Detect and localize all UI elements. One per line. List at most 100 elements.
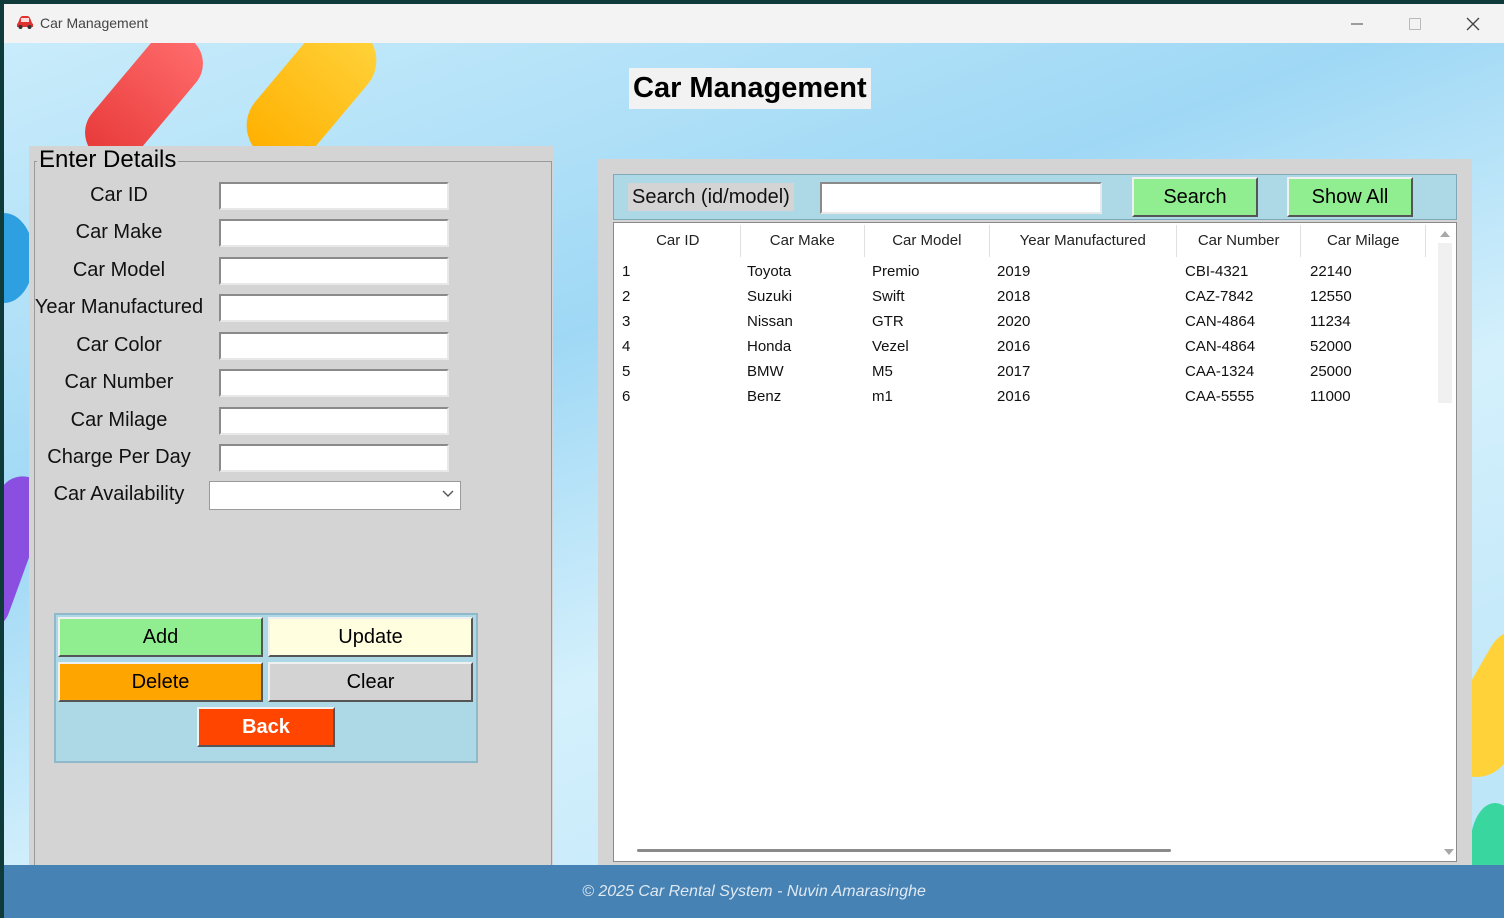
- vertical-scrollbar-thumb[interactable]: [1438, 243, 1452, 403]
- close-button[interactable]: [1444, 4, 1502, 43]
- charge-per-day-input[interactable]: [219, 444, 449, 472]
- car-id-label: Car ID: [90, 184, 148, 206]
- clear-button[interactable]: Clear: [268, 662, 473, 702]
- cell-car-make: Benz: [747, 388, 782, 405]
- cell-year: 2020: [997, 313, 1031, 330]
- search-input[interactable]: [820, 182, 1102, 214]
- year-manufactured-input[interactable]: [219, 294, 449, 322]
- car-color-label: Car Color: [76, 334, 162, 356]
- cell-car-make: BMW: [747, 363, 784, 380]
- car-make-label: Car Make: [75, 221, 163, 243]
- delete-button[interactable]: Delete: [58, 662, 263, 702]
- field-row-car-make: Car Make: [29, 219, 549, 251]
- maximize-button[interactable]: [1386, 4, 1444, 43]
- car-milage-input[interactable]: [219, 407, 449, 435]
- car-availability-label: Car Availability: [53, 483, 185, 505]
- cell-car-number: CBI-4321: [1185, 263, 1249, 280]
- table-header: Car ID Car Make Car Model Year Manufactu…: [616, 225, 1426, 257]
- details-legend: Enter Details: [37, 146, 179, 174]
- cell-car-milage: 22140: [1310, 263, 1352, 280]
- footer-text: © 2025 Car Rental System - Nuvin Amarasi…: [582, 882, 926, 900]
- cell-car-number: CAA-5555: [1185, 388, 1255, 405]
- app-window: Car Management Car Management Enter Deta…: [4, 4, 1504, 918]
- cell-car-id: 4: [622, 338, 631, 355]
- car-make-input[interactable]: [219, 219, 449, 247]
- cell-car-model: Premio: [872, 263, 920, 280]
- cell-car-milage: 12550: [1310, 288, 1352, 305]
- cell-year: 2017: [997, 363, 1031, 380]
- car-model-label: Car Model: [72, 259, 166, 281]
- add-button[interactable]: Add: [58, 617, 263, 657]
- cell-car-milage: 25000: [1310, 363, 1352, 380]
- cell-car-milage: 52000: [1310, 338, 1352, 355]
- cell-car-milage: 11000: [1310, 388, 1351, 405]
- cell-car-number: CAN-4864: [1185, 338, 1256, 355]
- maximize-icon: [1409, 17, 1421, 30]
- cell-car-milage: 11234: [1310, 313, 1351, 330]
- car-number-input[interactable]: [219, 369, 449, 397]
- cell-car-id: 3: [622, 313, 631, 330]
- field-row-number: Car Number: [29, 369, 549, 401]
- search-bar: Search (id/model) Search Show All: [613, 174, 1457, 220]
- car-milage-label: Car Milage: [70, 409, 168, 431]
- column-header-car-number[interactable]: Car Number: [1177, 225, 1302, 257]
- table-row[interactable]: 6 Benz m1 2016 CAA-5555 11000: [616, 384, 1432, 409]
- column-header-car-model[interactable]: Car Model: [865, 225, 990, 257]
- car-color-input[interactable]: [219, 332, 449, 360]
- cell-year: 2016: [997, 338, 1031, 355]
- vertical-scrollbar[interactable]: [1436, 225, 1454, 859]
- search-button[interactable]: Search: [1132, 177, 1258, 217]
- cell-car-number: CAA-1324: [1185, 363, 1255, 380]
- car-icon: [17, 16, 33, 29]
- scroll-up-arrow-icon[interactable]: [1436, 227, 1454, 241]
- back-button[interactable]: Back: [197, 707, 335, 747]
- cell-car-make: Suzuki: [747, 288, 793, 305]
- field-row-car-model: Car Model: [29, 257, 549, 289]
- action-button-panel: Add Update Delete Clear Back: [54, 613, 478, 763]
- horizontal-scrollbar[interactable]: [615, 843, 1435, 859]
- column-header-car-id[interactable]: Car ID: [616, 225, 741, 257]
- cell-car-model: m1: [872, 388, 893, 405]
- cell-car-model: GTR: [872, 313, 904, 330]
- field-row-color: Car Color: [29, 332, 549, 364]
- cell-year: 2016: [997, 388, 1031, 405]
- cell-car-id: 5: [622, 363, 631, 380]
- column-header-car-make[interactable]: Car Make: [741, 225, 866, 257]
- field-row-year: Year Manufactured: [29, 294, 549, 326]
- charge-per-day-label: Charge Per Day: [47, 446, 191, 468]
- cell-car-number: CAZ-7842: [1185, 288, 1254, 305]
- field-row-availability: Car Availability: [29, 481, 549, 513]
- scroll-down-arrow-icon[interactable]: [1440, 845, 1458, 859]
- cell-year: 2018: [997, 288, 1031, 305]
- show-all-button[interactable]: Show All: [1287, 177, 1413, 217]
- cell-year: 2019: [997, 263, 1031, 280]
- table-row[interactable]: 5 BMW M5 2017 CAA-1324 25000: [616, 359, 1432, 384]
- footer: © 2025 Car Rental System - Nuvin Amarasi…: [4, 865, 1504, 918]
- chevron-down-icon: [442, 490, 454, 497]
- cell-car-make: Honda: [747, 338, 792, 355]
- minimize-icon: [1351, 23, 1363, 24]
- cell-car-id: 2: [622, 288, 631, 305]
- car-model-input[interactable]: [219, 257, 449, 285]
- cell-car-model: Swift: [872, 288, 905, 305]
- search-label: Search (id/model): [628, 183, 794, 211]
- field-row-charge: Charge Per Day: [29, 444, 549, 476]
- car-number-label: Car Number: [64, 371, 174, 393]
- page-title: Car Management: [629, 68, 871, 109]
- car-id-input[interactable]: [219, 182, 449, 210]
- minimize-button[interactable]: [1328, 4, 1386, 43]
- cell-car-make: Toyota: [747, 263, 792, 280]
- cell-car-number: CAN-4864: [1185, 313, 1256, 330]
- column-header-car-milage[interactable]: Car Milage: [1301, 225, 1426, 257]
- update-button[interactable]: Update: [268, 617, 473, 657]
- car-availability-select[interactable]: [209, 481, 461, 510]
- cell-car-make: Nissan: [747, 313, 793, 330]
- column-header-year-manufactured[interactable]: Year Manufactured: [990, 225, 1177, 257]
- cell-car-model: Vezel: [872, 338, 909, 355]
- table-row[interactable]: 4 Honda Vezel 2016 CAN-4864 52000: [616, 334, 1432, 359]
- horizontal-scrollbar-thumb[interactable]: [637, 849, 1171, 852]
- table-row[interactable]: 2 Suzuki Swift 2018 CAZ-7842 12550: [616, 284, 1432, 309]
- table-row[interactable]: 1 Toyota Premio 2019 CBI-4321 22140: [616, 259, 1432, 284]
- table-row[interactable]: 3 Nissan GTR 2020 CAN-4864 11234: [616, 309, 1432, 334]
- client-area: Car Management Enter Details Car ID Car …: [4, 43, 1504, 918]
